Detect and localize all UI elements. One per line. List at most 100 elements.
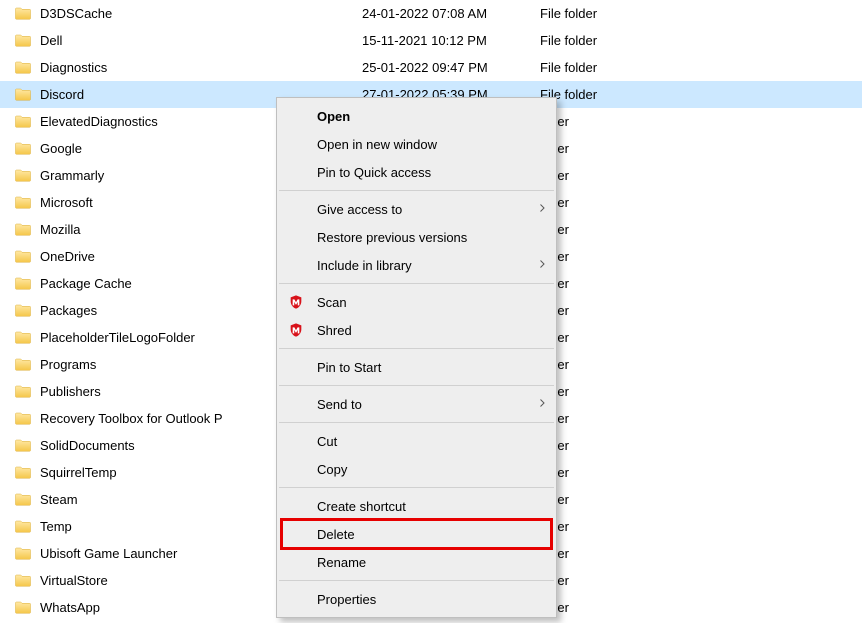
folder-icon <box>14 302 32 320</box>
folder-icon <box>14 437 32 455</box>
folder-icon <box>14 545 32 563</box>
item-type: File folder <box>540 60 690 75</box>
folder-row-diagnostics[interactable]: Diagnostics25-01-2022 09:47 PMFile folde… <box>0 54 862 81</box>
menu-item-label: Delete <box>317 527 546 542</box>
item-type: older <box>540 519 690 534</box>
menu-item-label: Open in new window <box>317 137 546 152</box>
item-type: older <box>540 141 690 156</box>
folder-icon <box>14 194 32 212</box>
folder-row-d3dscache[interactable]: D3DSCache24-01-2022 07:08 AMFile folder <box>0 0 862 27</box>
item-type: older <box>540 330 690 345</box>
menu-item-delete[interactable]: Delete <box>277 520 556 548</box>
folder-name: Dell <box>40 33 362 48</box>
item-type: older <box>540 546 690 561</box>
folder-icon <box>14 59 32 77</box>
menu-separator <box>279 580 554 581</box>
folder-icon <box>14 491 32 509</box>
folder-icon <box>14 356 32 374</box>
menu-item-rename[interactable]: Rename <box>277 548 556 576</box>
menu-item-pin-to-quick-access[interactable]: Pin to Quick access <box>277 158 556 186</box>
menu-item-label: Properties <box>317 592 546 607</box>
menu-separator <box>279 422 554 423</box>
menu-item-shred[interactable]: Shred <box>277 316 556 344</box>
menu-item-copy[interactable]: Copy <box>277 455 556 483</box>
folder-icon <box>14 329 32 347</box>
item-type: older <box>540 195 690 210</box>
menu-item-label: Give access to <box>317 202 536 217</box>
folder-icon <box>14 572 32 590</box>
menu-item-label: Copy <box>317 462 546 477</box>
chevron-right-icon <box>536 201 546 217</box>
folder-icon <box>14 86 32 104</box>
menu-item-label: Restore previous versions <box>317 230 546 245</box>
menu-item-include-in-library[interactable]: Include in library <box>277 251 556 279</box>
date-modified: 24-01-2022 07:08 AM <box>362 6 540 21</box>
mcafee-shield-icon <box>287 293 305 311</box>
menu-item-label: Open <box>317 109 546 124</box>
menu-separator <box>279 283 554 284</box>
folder-icon <box>14 221 32 239</box>
menu-separator <box>279 487 554 488</box>
date-modified: 25-01-2022 09:47 PM <box>362 60 540 75</box>
item-type: File folder <box>540 33 690 48</box>
chevron-right-icon <box>536 396 546 412</box>
chevron-right-icon <box>536 257 546 273</box>
folder-icon <box>14 113 32 131</box>
item-type: older <box>540 384 690 399</box>
item-type: older <box>540 600 690 615</box>
menu-item-properties[interactable]: Properties <box>277 585 556 613</box>
folder-icon <box>14 248 32 266</box>
folder-icon <box>14 32 32 50</box>
item-type: File folder <box>540 6 690 21</box>
menu-separator <box>279 190 554 191</box>
folder-icon <box>14 167 32 185</box>
menu-item-label: Scan <box>317 295 546 310</box>
item-type: File folder <box>540 87 690 102</box>
item-type: older <box>540 114 690 129</box>
folder-icon <box>14 599 32 617</box>
menu-item-send-to[interactable]: Send to <box>277 390 556 418</box>
item-type: older <box>540 222 690 237</box>
menu-item-label: Rename <box>317 555 546 570</box>
menu-item-label: Pin to Start <box>317 360 546 375</box>
menu-item-scan[interactable]: Scan <box>277 288 556 316</box>
folder-icon <box>14 5 32 23</box>
item-type: older <box>540 465 690 480</box>
item-type: older <box>540 411 690 426</box>
folder-row-dell[interactable]: Dell15-11-2021 10:12 PMFile folder <box>0 27 862 54</box>
item-type: older <box>540 573 690 588</box>
menu-item-open[interactable]: Open <box>277 102 556 130</box>
menu-item-open-in-new-window[interactable]: Open in new window <box>277 130 556 158</box>
mcafee-shield-icon <box>287 321 305 339</box>
menu-item-create-shortcut[interactable]: Create shortcut <box>277 492 556 520</box>
date-modified: 15-11-2021 10:12 PM <box>362 33 540 48</box>
menu-item-cut[interactable]: Cut <box>277 427 556 455</box>
item-type: older <box>540 276 690 291</box>
folder-name: D3DSCache <box>40 6 362 21</box>
folder-icon <box>14 464 32 482</box>
context-menu: Open Open in new window Pin to Quick acces… <box>276 97 557 618</box>
menu-item-pin-to-start[interactable]: Pin to Start <box>277 353 556 381</box>
menu-separator <box>279 385 554 386</box>
menu-item-label: Include in library <box>317 258 536 273</box>
folder-icon <box>14 410 32 428</box>
menu-item-label: Create shortcut <box>317 499 546 514</box>
menu-item-label: Pin to Quick access <box>317 165 546 180</box>
menu-separator <box>279 348 554 349</box>
item-type: older <box>540 249 690 264</box>
folder-icon <box>14 140 32 158</box>
item-type: older <box>540 357 690 372</box>
folder-name: Diagnostics <box>40 60 362 75</box>
menu-item-label: Shred <box>317 323 546 338</box>
item-type: older <box>540 438 690 453</box>
folder-icon <box>14 383 32 401</box>
menu-item-label: Cut <box>317 434 546 449</box>
menu-item-restore-previous-versions[interactable]: Restore previous versions <box>277 223 556 251</box>
item-type: older <box>540 303 690 318</box>
folder-icon <box>14 275 32 293</box>
item-type: older <box>540 492 690 507</box>
menu-item-label: Send to <box>317 397 536 412</box>
item-type: older <box>540 168 690 183</box>
menu-item-give-access-to[interactable]: Give access to <box>277 195 556 223</box>
folder-icon <box>14 518 32 536</box>
